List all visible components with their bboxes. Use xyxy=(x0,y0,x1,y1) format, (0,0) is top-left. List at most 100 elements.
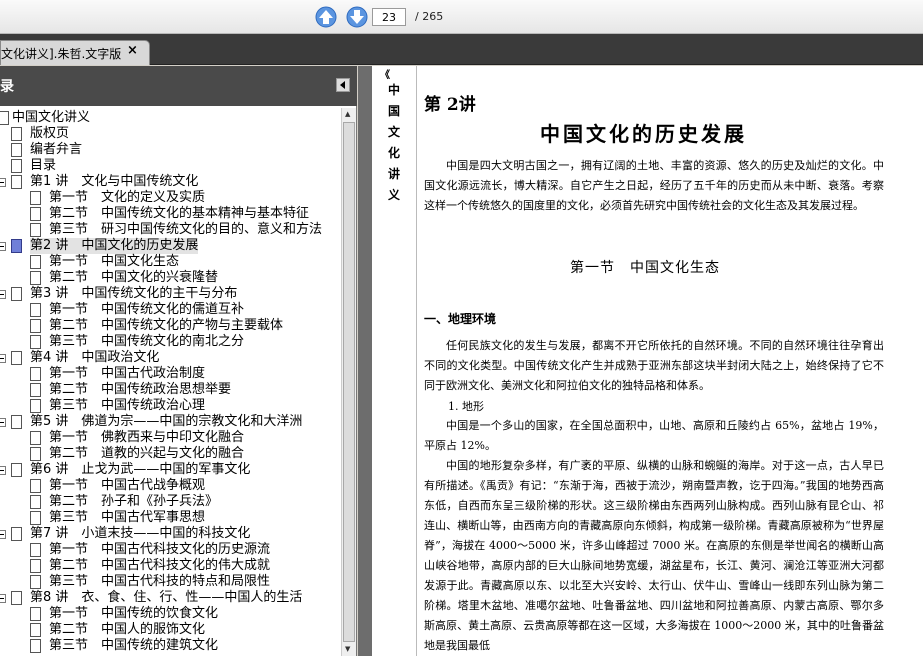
bookmark-label: 第7 讲 小道末技——中国的科技文化 xyxy=(30,526,251,541)
bookmark-label: 第一节 佛教西来与中印文化融合 xyxy=(49,430,245,445)
collapse-toggle-icon[interactable] xyxy=(0,594,6,603)
page-icon xyxy=(30,207,41,221)
bookmark-label: 中国文化讲义 xyxy=(12,110,91,125)
bookmark-label: 版权页 xyxy=(30,126,70,141)
bookmark-label: 第二节 中国文化的兴衰隆替 xyxy=(49,270,219,285)
arrow-up-icon xyxy=(315,6,337,28)
subsection-title: 一、地理环境 xyxy=(424,312,497,326)
page-icon xyxy=(30,479,41,493)
arrow-down-icon xyxy=(346,6,368,28)
page-icon xyxy=(11,351,22,365)
book-side-title: 中国文化讲义 xyxy=(386,80,402,206)
toolbar: / 265 xyxy=(0,0,923,34)
bookmark-label: 第二节 中国传统政治思想举要 xyxy=(49,382,232,397)
bookmark-label: 第三节 中国古代军事思想 xyxy=(49,510,206,525)
bookmark-label: 第一节 文化的定义及实质 xyxy=(49,190,206,205)
scrollbar-thumb[interactable] xyxy=(343,122,355,642)
side-title-char: 中 xyxy=(387,83,400,97)
bookmark-label: 第三节 中国传统的建筑文化 xyxy=(49,638,219,653)
triangle-left-icon xyxy=(340,81,345,89)
document-tab[interactable]: 文化讲义].朱哲.文字版 × xyxy=(0,40,150,65)
page-icon xyxy=(30,639,41,653)
page-icon xyxy=(30,367,41,381)
bookmark-panel: 录 中国文化讲义 版权页 编者弁言 目录 第1 讲 文化与中国传统文化 第一节 文化的定义… xyxy=(0,66,357,656)
bookmark-label: 第二节 中国传统文化的产物与主要载体 xyxy=(49,318,284,333)
bookmark-label: 第2 讲 中国文化的历史发展 xyxy=(30,238,199,254)
collapse-toggle-icon[interactable] xyxy=(0,418,6,427)
side-title-char: 义 xyxy=(387,188,400,202)
side-title-char: 国 xyxy=(387,104,400,118)
bookmark-label: 第二节 孙子和《孙子兵法》 xyxy=(49,494,219,509)
pdf-page: 《 中国文化讲义 第 2讲 中国文化的历史发展 中国是四大文明古国之一，拥有辽阔… xyxy=(372,66,923,656)
page-icon xyxy=(30,511,41,525)
scroll-down-icon[interactable]: ▼ xyxy=(345,645,350,653)
previous-page-button[interactable] xyxy=(315,6,337,28)
close-tab-icon[interactable]: × xyxy=(127,43,138,58)
paragraph-terrain-ratio: 中国是一个多山的国家，在全国总面积中，山地、高原和丘陵约占 65%，盆地占 19… xyxy=(424,419,884,452)
page-icon xyxy=(30,431,41,445)
collapse-panel-button[interactable] xyxy=(336,78,350,92)
bookmark-label: 第二节 中国人的服饰文化 xyxy=(49,622,206,637)
page-icon xyxy=(11,287,22,301)
page-corner-mark: 《 xyxy=(380,70,390,81)
page-icon xyxy=(11,463,22,477)
bookmark-label: 第三节 研习中国传统文化的目的、意义和方法 xyxy=(49,222,323,237)
bookmark-label: 第一节 中国传统的饮食文化 xyxy=(49,606,219,621)
section-title: 第一节 中国文化生态 xyxy=(570,260,720,276)
bookmark-label: 第6 讲 止戈为武——中国的军事文化 xyxy=(30,462,251,477)
page-icon xyxy=(30,271,41,285)
page-icon xyxy=(11,143,22,157)
page-icon xyxy=(11,127,22,141)
bookmark-label: 第4 讲 中国政治文化 xyxy=(30,350,160,365)
bookmark-label: 第1 讲 文化与中国传统文化 xyxy=(30,174,199,189)
collapse-toggle-icon[interactable] xyxy=(0,530,6,539)
paragraph-terrain-detail: 中国的地形复杂多样，有广袤的平原、纵横的山脉和蜿蜒的海岸。对于这一点，古人早已有… xyxy=(424,459,884,652)
collapse-toggle-icon[interactable] xyxy=(0,466,6,475)
collapse-toggle-icon[interactable] xyxy=(0,178,6,187)
page-icon xyxy=(0,111,9,125)
page-icon xyxy=(11,415,22,429)
page-icon xyxy=(11,239,22,253)
collapse-toggle-icon[interactable] xyxy=(0,354,6,363)
panel-title: 录 xyxy=(0,79,14,95)
document-view[interactable]: 《 中国文化讲义 第 2讲 中国文化的历史发展 中国是四大文明古国之一，拥有辽阔… xyxy=(358,66,923,656)
bookmark-label: 第二节 中国传统文化的基本精神与基本特征 xyxy=(49,206,310,221)
page-total-label: / 265 xyxy=(415,10,444,23)
bookmark-label: 第一节 中国古代政治制度 xyxy=(49,366,206,381)
next-page-button[interactable] xyxy=(346,6,368,28)
bookmark-label: 第一节 中国古代战争概观 xyxy=(49,478,206,493)
collapse-toggle-icon[interactable] xyxy=(0,242,6,251)
page-icon xyxy=(30,255,41,269)
page-icon xyxy=(11,159,22,173)
page-icon xyxy=(30,543,41,557)
bookmark-label: 第三节 中国传统文化的南北之分 xyxy=(49,334,245,349)
page-icon xyxy=(30,559,41,573)
page-icon xyxy=(30,319,41,333)
bookmark-label: 编者弁言 xyxy=(30,142,83,157)
bookmark-scrollbar[interactable]: ▲ ▼ xyxy=(341,108,356,656)
page-icon xyxy=(30,383,41,397)
paragraph-environment: 任何民族文化的发生与发展，都离不开它所依托的自然环境。不同的自然环境往往孕育出不… xyxy=(424,339,884,392)
side-title-char: 文 xyxy=(387,125,400,139)
side-title-char: 讲 xyxy=(387,167,400,181)
page-number-input[interactable] xyxy=(372,8,406,26)
scroll-up-icon[interactable]: ▲ xyxy=(345,110,350,118)
collapse-toggle-icon[interactable] xyxy=(0,290,6,299)
page-icon xyxy=(30,607,41,621)
bookmark-label: 第三节 中国古代科技的特点和局限性 xyxy=(49,574,271,589)
bookmark-label: 第二节 中国古代科技文化的伟大成就 xyxy=(49,558,271,573)
bookmark-label: 第一节 中国文化生态 xyxy=(49,254,180,269)
page-divider xyxy=(416,66,417,656)
bookmark-label: 目录 xyxy=(30,158,57,173)
page-icon xyxy=(30,303,41,317)
page-icon xyxy=(30,575,41,589)
point-heading: 1. 地形 xyxy=(448,400,484,413)
bookmark-label: 第一节 中国传统文化的儒道互补 xyxy=(49,302,245,317)
page-icon xyxy=(30,223,41,237)
page-icon xyxy=(30,399,41,413)
bookmark-label: 第8 讲 衣、食、住、行、性——中国人的生活 xyxy=(30,590,303,605)
document-tab-label: 文化讲义].朱哲.文字版 xyxy=(1,47,122,61)
page-icon xyxy=(30,495,41,509)
bookmark-label: 第三节 中国传统政治心理 xyxy=(49,398,206,413)
panel-header: 录 xyxy=(0,66,357,106)
